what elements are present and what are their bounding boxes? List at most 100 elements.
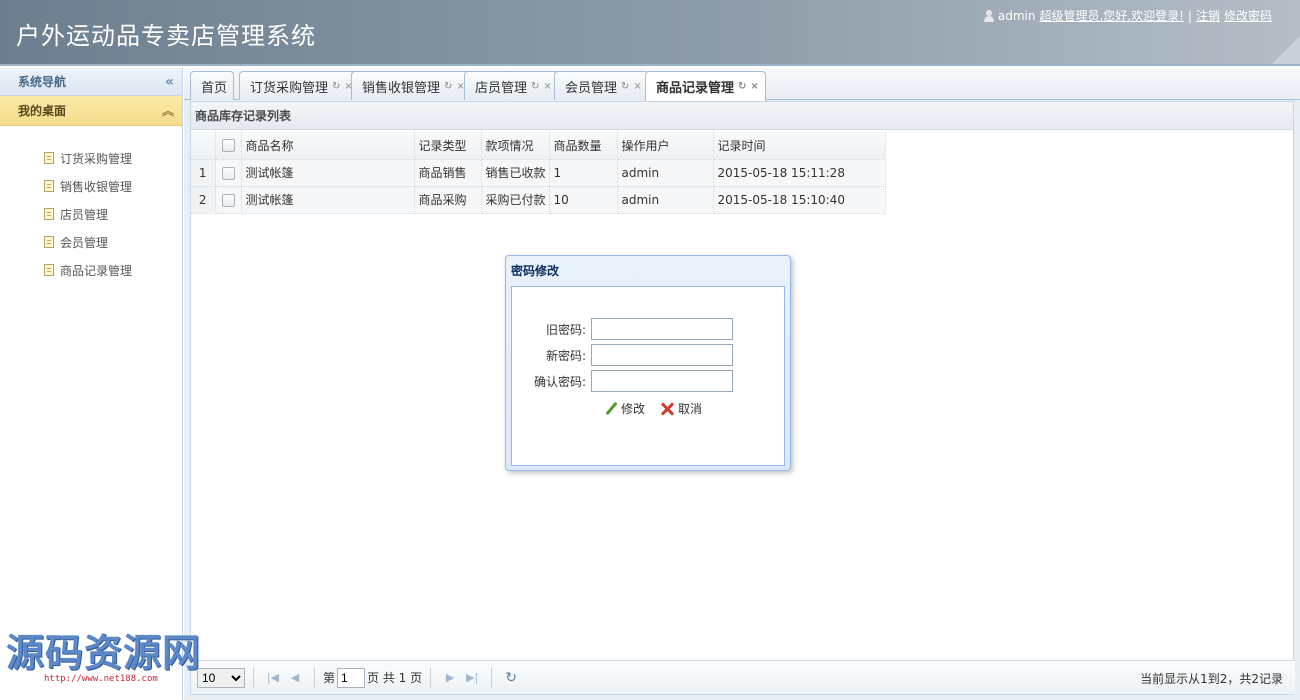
tab-label: 会员管理 [565,80,618,96]
sidebar-item-members[interactable]: 会员管理 [0,228,182,256]
sidebar-item-label: 会员管理 [60,235,109,250]
page-suffix: 页 共 1 页 [367,671,423,685]
sidebar-item-purchase[interactable]: 订货采购管理 [0,144,182,172]
cell-type: 商品采购 [414,186,482,214]
tab-purchase[interactable]: 订货采购管理 ↻ × [239,71,360,100]
pager-divider [430,667,432,688]
close-icon[interactable]: × [633,81,641,92]
tab-staff[interactable]: 店员管理 ↻ × [464,71,559,100]
new-password-label: 新密码: [545,349,586,363]
row-select-cell[interactable] [215,159,242,187]
select-all-checkbox[interactable] [221,139,235,153]
sidebar-item-sales[interactable]: 销售收银管理 [0,172,182,200]
refresh-icon[interactable]: ↻ [738,81,746,92]
column-header[interactable]: 商品数量 [549,132,618,160]
app-title: 户外运动品专卖店管理系统 [16,22,316,50]
pagination-bar: 10 |◀ ◀ 第 页 共 1 页 ▶ ▶| ↻ 当前显示从1到2，共2记录 [191,660,1295,694]
app-header: 户外运动品专卖店管理系统 admin 超级管理员,您好,欢迎登录! | 注销 修… [0,0,1300,66]
cell-name: 测试帐篷 [241,159,415,187]
confirm-password-row: 确认密码: [512,370,786,392]
table-row[interactable]: 2 测试帐篷 商品采购 采购已付款 10 admin 2015-05-18 15… [191,186,886,214]
column-header[interactable]: 记录类型 [414,132,482,160]
document-icon [44,208,54,220]
row-checkbox[interactable] [221,193,235,207]
close-icon[interactable]: × [543,81,551,92]
refresh-icon[interactable]: ↻ [502,669,520,687]
double-chevron-up-icon[interactable]: ︽ [162,102,174,119]
row-checkbox[interactable] [221,166,235,180]
column-header[interactable]: 操作用户 [617,132,714,160]
tab-label: 销售收银管理 [362,80,441,96]
greeting-link[interactable]: 超级管理员,您好,欢迎登录! [1039,7,1183,24]
cell-payment: 采购已付款 [481,186,550,214]
cell-time: 2015-05-18 15:10:40 [713,186,886,214]
column-header[interactable]: 款项情况 [481,132,550,160]
tab-records[interactable]: 商品记录管理 ↻ × [645,71,766,101]
row-number: 1 [191,159,216,187]
prev-page-icon[interactable]: ◀ [286,669,304,687]
watermark: 源码资源网 http://www.net188.com [6,632,206,698]
submit-label: 修改 [621,402,646,416]
refresh-icon[interactable]: ↻ [531,81,539,92]
last-page-icon[interactable]: ▶| [463,669,481,687]
tab-bar: 首页 订货采购管理 ↻ × 销售收银管理 ↻ × 店员管理 ↻ × 会员管理 ↻ × 商品记录管… [184,68,1300,101]
page-number-input[interactable] [337,667,366,688]
change-password-link[interactable]: 修改密码 [1224,7,1272,24]
cancel-label: 取消 [678,402,703,416]
dialog-body: 旧密码: 新密码: 确认密码: 修改 取消 [511,286,785,466]
sidebar-item-staff[interactable]: 店员管理 [0,200,182,228]
sidebar-title: 系统导航 [18,75,67,89]
sidebar-item-records[interactable]: 商品记录管理 [0,256,182,284]
refresh-icon[interactable]: ↻ [332,81,340,92]
sidebar-section-desktop[interactable]: 我的桌面 ︽ [0,96,182,126]
sidebar-item-label: 店员管理 [60,207,109,222]
next-page-icon[interactable]: ▶ [441,669,459,687]
user-bar: admin 超级管理员,您好,欢迎登录! | 注销 修改密码 [983,7,1272,24]
column-header[interactable]: 记录时间 [713,132,886,160]
close-icon[interactable]: × [750,81,758,92]
refresh-icon[interactable]: ↻ [621,81,629,92]
pencil-icon [604,402,618,416]
document-icon [44,152,54,164]
sidebar-item-label: 销售收银管理 [60,179,133,194]
refresh-icon[interactable]: ↻ [444,81,452,92]
user-icon [983,9,994,22]
cell-type: 商品销售 [414,159,482,187]
watermark-text: 源码资源网 [6,630,202,675]
column-header[interactable]: 商品名称 [241,132,415,160]
logout-link[interactable]: 注销 [1196,7,1220,24]
tab-members[interactable]: 会员管理 ↻ × [554,71,649,100]
confirm-password-label: 确认密码: [533,375,586,389]
tab-home[interactable]: 首页 [190,71,235,100]
document-icon [44,180,54,192]
first-page-icon[interactable]: |◀ [264,669,282,687]
double-chevron-left-icon[interactable]: « [165,74,174,90]
cancel-button[interactable]: 取消 [659,400,702,417]
tab-label: 首页 [201,80,228,96]
submit-button[interactable]: 修改 [604,400,645,417]
dialog-title: 密码修改 [511,263,560,278]
select-all-header[interactable] [215,132,242,160]
pager-divider [314,667,315,688]
sidebar-section-label: 我的桌面 [18,104,67,118]
old-password-input[interactable] [591,318,733,340]
table-row[interactable]: 1 测试帐篷 商品销售 销售已收款 1 admin 2015-05-18 15:… [191,159,886,187]
row-select-cell[interactable] [215,186,242,214]
cell-name: 测试帐篷 [241,186,415,214]
confirm-password-input[interactable] [591,370,733,392]
cell-user: admin [617,159,714,187]
tab-sales[interactable]: 销售收银管理 ↻ × [351,71,472,100]
password-dialog: 密码修改 旧密码: 新密码: 确认密码: 修改 取消 [505,255,791,471]
document-icon [44,264,54,276]
pager-divider [491,667,493,688]
tab-label: 店员管理 [475,80,528,96]
dialog-buttons: 修改 取消 [604,400,702,417]
tab-label: 订货采购管理 [250,80,329,96]
username: admin [997,8,1036,23]
old-password-label: 旧密码: [545,323,586,337]
tab-label: 商品记录管理 [656,81,735,96]
new-password-input[interactable] [591,344,733,366]
pager-divider [253,667,254,688]
cell-time: 2015-05-18 15:11:28 [713,159,886,187]
separator: | [1187,8,1192,23]
